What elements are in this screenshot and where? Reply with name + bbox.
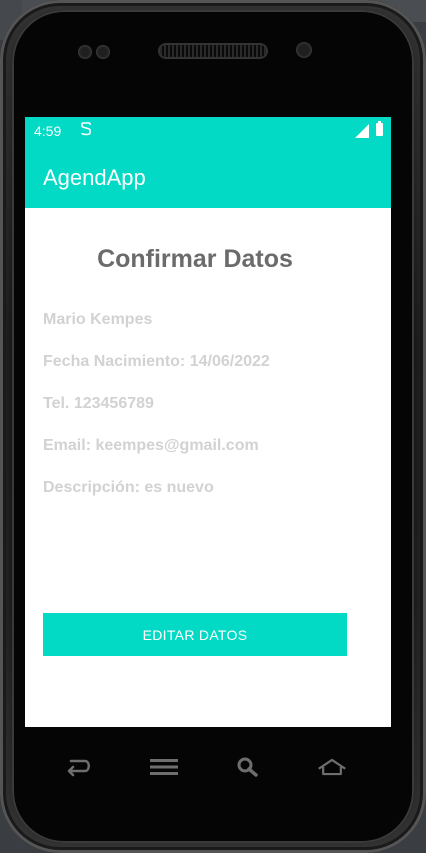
back-icon[interactable] (64, 754, 94, 780)
email-text: Email: keempes@gmail.com (43, 437, 259, 454)
battery-icon (376, 121, 383, 136)
birth-date-text: Fecha Nacimiento: 14/06/2022 (43, 353, 270, 370)
edit-data-button[interactable]: EDITAR DATOS (43, 613, 347, 656)
phone-text: Tel. 123456789 (43, 395, 154, 412)
name-text: Mario Kempes (43, 311, 153, 328)
sensor-dot (78, 45, 92, 59)
menu-icon[interactable] (149, 754, 179, 780)
device-screen: 4:59 AgendApp Confirmar Datos Mario Kemp… (25, 117, 391, 727)
page-title: Confirmar Datos (97, 245, 293, 273)
navigation-bar (25, 740, 391, 800)
notification-app-icon (80, 122, 92, 139)
search-icon[interactable] (233, 754, 263, 780)
device-frame: 4:59 AgendApp Confirmar Datos Mario Kemp… (0, 0, 426, 853)
front-camera (296, 42, 312, 58)
home-icon[interactable] (317, 754, 347, 780)
sensor-dot (96, 45, 110, 59)
app-title: AgendApp (43, 165, 146, 190)
app-bar: AgendApp (25, 145, 391, 208)
status-bar: 4:59 (25, 117, 391, 145)
status-time: 4:59 (34, 123, 62, 139)
description-text: Descripción: es nuevo (43, 479, 214, 496)
signal-icon (355, 124, 369, 138)
earpiece-speaker (160, 45, 266, 57)
